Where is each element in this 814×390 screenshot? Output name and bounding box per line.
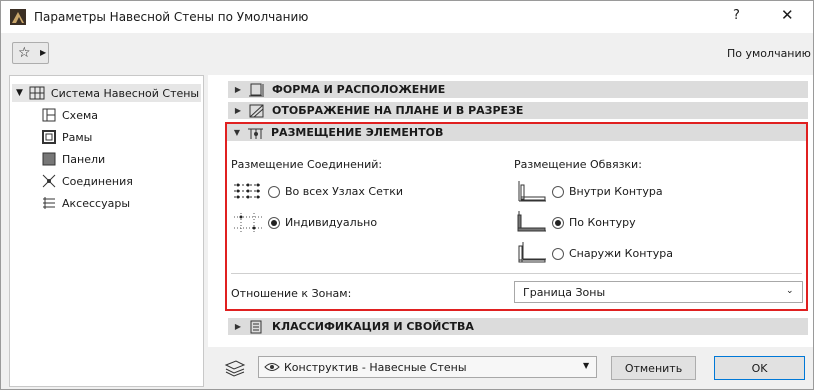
chevron-right-icon: ▶ — [234, 106, 242, 115]
placement-panel: ▼ РАЗМЕЩЕНИЕ ЭЛЕМЕНТОВ Размещение Соедин… — [225, 122, 808, 311]
section-title: РАЗМЕЩЕНИЕ ЭЛЕМЕНТОВ — [271, 126, 444, 139]
ok-button[interactable]: OK — [714, 356, 805, 380]
close-button[interactable]: ✕ — [781, 6, 794, 24]
inside-contour-icon — [518, 181, 546, 202]
radio-on-contour-label: По Контуру — [569, 216, 636, 229]
all-nodes-icon — [234, 183, 262, 199]
chevron-down-icon: ▼ — [583, 361, 590, 370]
section-placement[interactable]: ▼ РАЗМЕЩЕНИЕ ЭЛЕМЕНТОВ — [227, 124, 806, 141]
zone-relation-select[interactable]: Граница Зоны ⌄ — [514, 281, 803, 303]
help-button[interactable]: ? — [733, 8, 740, 23]
tree-item-frames[interactable]: Рамы — [42, 128, 92, 146]
placement-icon — [248, 128, 263, 139]
radio-outside-contour[interactable] — [552, 248, 564, 260]
frames-icon — [42, 130, 56, 144]
window-title: Параметры Навесной Стены по Умолчанию — [34, 10, 309, 24]
layer-value: Конструктив - Навесные Стены — [284, 361, 467, 374]
tree-item-label: Схема — [62, 108, 98, 122]
tree-item-panels[interactable]: Панели — [42, 150, 105, 168]
tree-root-label: Система Навесной Стены — [50, 86, 200, 100]
app-icon — [10, 9, 26, 25]
favorites-button[interactable]: ☆ ▶ — [12, 42, 49, 64]
layers-icon — [224, 360, 246, 377]
zone-relation-value: Граница Зоны — [523, 286, 606, 299]
tree-item-junctions[interactable]: Соединения — [42, 172, 133, 190]
scheme-icon — [42, 108, 56, 122]
dialog-window: Параметры Навесной Стены по Умолчанию ? … — [0, 0, 814, 390]
section-title: КЛАССИФИКАЦИЯ И СВОЙСТВА — [272, 320, 474, 333]
junctions-icon — [42, 174, 56, 188]
tree-item-label: Соединения — [62, 174, 133, 188]
settings-content: ▶ ФОРМА И РАСПОЛОЖЕНИЕ ▶ ОТОБРАЖЕНИЕ НА … — [208, 75, 813, 347]
chevron-right-icon: ▶ — [234, 85, 242, 94]
radio-individual[interactable] — [268, 217, 280, 229]
outside-contour-icon — [518, 242, 546, 263]
cancel-button[interactable]: Отменить — [611, 356, 696, 380]
tree-item-accessories[interactable]: Аксессуары — [42, 194, 130, 212]
classification-icon — [250, 320, 262, 333]
panels-icon — [42, 152, 56, 166]
plan-section-icon — [249, 104, 264, 117]
section-plan[interactable]: ▶ ОТОБРАЖЕНИЕ НА ПЛАНЕ И В РАЗРЕЗЕ — [228, 102, 808, 119]
tree-item-scheme[interactable]: Схема — [42, 106, 98, 124]
junction-placement-title: Размещение Соединений: — [231, 158, 383, 171]
dialog-footer: Конструктив - Навесные Стены ▼ Отменить … — [208, 347, 813, 389]
chevron-right-icon: ▶ — [234, 322, 242, 331]
accessories-icon — [43, 197, 55, 209]
radio-all-nodes[interactable] — [268, 186, 280, 198]
radio-outside-contour-label: Снаружи Контура — [569, 247, 674, 260]
form-icon — [249, 83, 264, 96]
tree-item-label: Аксессуары — [62, 196, 130, 210]
cancel-button-label: Отменить — [624, 361, 683, 375]
radio-inside-contour[interactable] — [552, 186, 564, 198]
radio-all-nodes-label: Во всех Узлах Сетки — [285, 185, 404, 198]
curtain-wall-icon — [29, 86, 45, 100]
title-bar: Параметры Навесной Стены по Умолчанию ? … — [1, 1, 813, 33]
ok-button-label: OK — [751, 361, 768, 375]
zone-relation-label: Отношение к Зонам: — [231, 287, 352, 300]
tree-item-curtain-wall-system[interactable]: ▼ Система Навесной Стены — [12, 84, 201, 102]
layer-select[interactable]: Конструктив - Навесные Стены ▼ — [258, 356, 597, 378]
chevron-down-icon: ▼ — [16, 88, 23, 98]
chevron-down-icon: ▼ — [233, 128, 241, 137]
chevron-down-icon: ⌄ — [786, 286, 794, 296]
settings-tree: ▼ Система Навесной Стены Схема Рамы Пане… — [9, 75, 204, 387]
section-title: ОТОБРАЖЕНИЕ НА ПЛАНЕ И В РАЗРЕЗЕ — [272, 104, 524, 117]
section-title: ФОРМА И РАСПОЛОЖЕНИЕ — [272, 83, 446, 96]
section-classification[interactable]: ▶ КЛАССИФИКАЦИЯ И СВОЙСТВА — [228, 318, 808, 335]
default-label: По умолчанию — [727, 47, 811, 60]
tree-item-label: Рамы — [62, 130, 93, 144]
separator — [231, 273, 802, 274]
radio-inside-contour-label: Внутри Контура — [569, 185, 663, 198]
section-form[interactable]: ▶ ФОРМА И РАСПОЛОЖЕНИЕ — [228, 81, 808, 98]
chevron-right-icon: ▶ — [40, 48, 47, 57]
star-icon: ☆ — [18, 45, 31, 61]
radio-on-contour[interactable] — [552, 217, 564, 229]
on-contour-icon — [517, 211, 546, 232]
eye-icon — [264, 363, 280, 371]
radio-individual-label: Индивидуально — [285, 216, 378, 229]
individual-nodes-icon — [234, 213, 262, 233]
boundary-placement-title: Размещение Обвязки: — [514, 158, 642, 171]
tree-item-label: Панели — [62, 152, 106, 166]
